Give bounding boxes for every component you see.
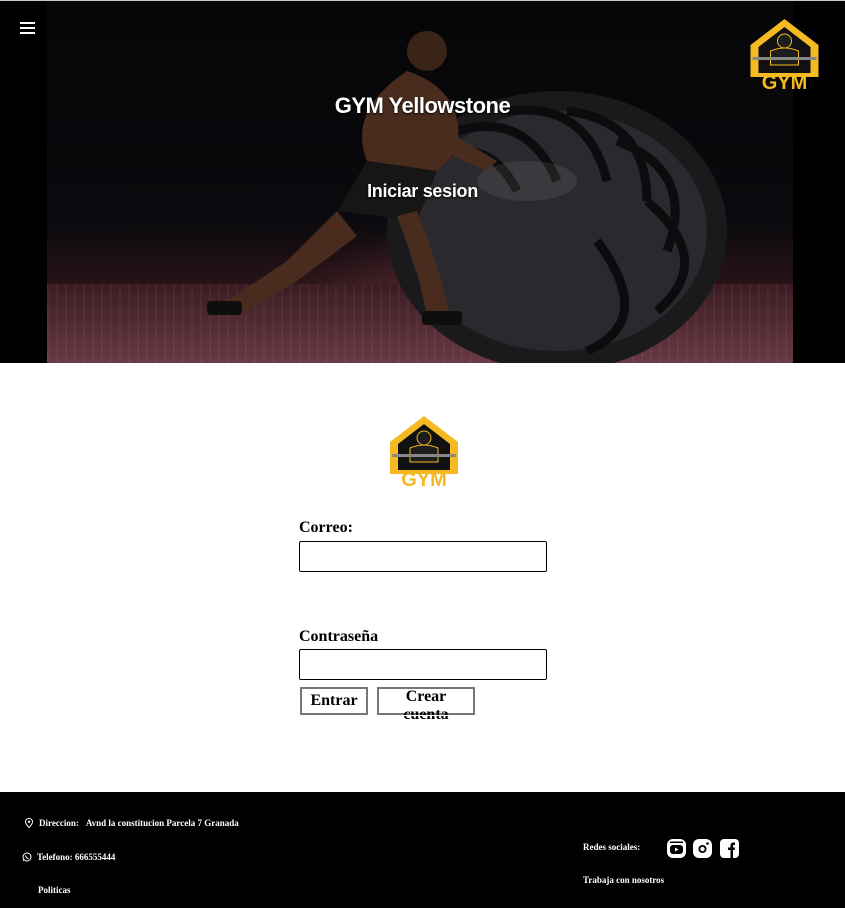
svg-text:GYM: GYM (401, 469, 447, 490)
login-button[interactable]: Entrar (299, 686, 369, 716)
athlete-image (207, 31, 497, 325)
policies-link[interactable]: Politicas (38, 885, 71, 895)
whatsapp-icon (22, 852, 32, 862)
hero-subtitle: Iniciar sesion (367, 181, 478, 201)
instagram-icon[interactable] (692, 838, 713, 859)
address-value: Avnd la constitucion Parcela 7 Granada (85, 818, 239, 828)
address-item: Direccion: Avnd la constitucion Parcela … (24, 818, 239, 828)
svg-text:GYM: GYM (762, 72, 808, 93)
email-input[interactable] (299, 541, 547, 572)
footer: Direccion: Avnd la constitucion Parcela … (0, 792, 845, 908)
form-gym-logo: GYM (390, 416, 458, 490)
gym-logo[interactable]: GYM (743, 17, 826, 93)
password-input[interactable] (299, 649, 547, 680)
youtube-icon[interactable] (666, 838, 687, 859)
phone-text: Telefono: 666555444 (37, 852, 116, 862)
work-with-us-link[interactable]: Trabaja con nosotros (583, 875, 664, 885)
hero-banner: GYM GYM Yellowstone Iniciar sesion (0, 0, 845, 363)
hamburger-menu-icon[interactable] (20, 22, 35, 35)
create-account-button[interactable]: Crear cuenta (376, 686, 476, 723)
password-label: Contraseña (299, 628, 379, 645)
phone-item: Telefono: 666555444 (22, 852, 115, 862)
facebook-icon[interactable] (719, 838, 740, 859)
location-pin-icon (24, 818, 34, 828)
hero-title: GYM Yellowstone (334, 93, 511, 118)
address-label: Direccion: (39, 818, 79, 828)
social-label: Redes sociales: (583, 842, 641, 852)
email-label: Correo: (299, 519, 353, 536)
